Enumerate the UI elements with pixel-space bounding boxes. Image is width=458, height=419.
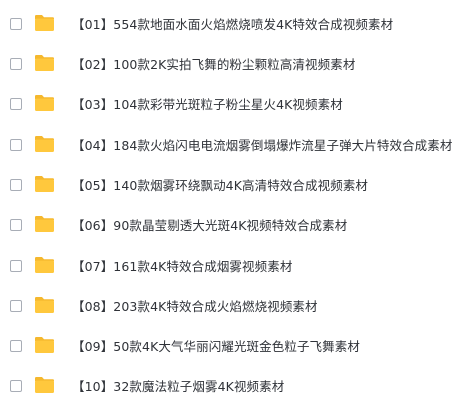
row-checkbox[interactable] (10, 340, 22, 352)
file-name: 【03】104款彩带光斑粒子粉尘星火4K视频素材 (72, 97, 343, 112)
folder-icon (35, 95, 54, 111)
row-checkbox[interactable] (10, 58, 22, 70)
file-name: 【10】32款魔法粒子烟雾4K视频素材 (72, 379, 285, 394)
list-item[interactable]: 【07】161款4K特效合成烟雾视频素材 (0, 252, 458, 282)
folder-icon (35, 216, 54, 232)
list-item[interactable]: 【04】184款火焰闪电电流烟雾倒塌爆炸流星子弹大片特效合成素材 (0, 131, 458, 161)
file-list: 【01】554款地面水面火焰燃烧喷发4K特效合成视频素材 【02】100款2K实… (0, 0, 458, 419)
list-item[interactable]: 【05】140款烟雾环绕飘动4K高清特效合成视频素材 (0, 171, 458, 201)
folder-icon (35, 337, 54, 353)
file-name: 【09】50款4K大气华丽闪耀光斑金色粒子飞舞素材 (72, 339, 360, 354)
file-name: 【02】100款2K实拍飞舞的粉尘颗粒高清视频素材 (72, 57, 356, 72)
file-name: 【04】184款火焰闪电电流烟雾倒塌爆炸流星子弹大片特效合成素材 (72, 138, 453, 153)
row-checkbox[interactable] (10, 179, 22, 191)
file-name: 【01】554款地面水面火焰燃烧喷发4K特效合成视频素材 (72, 17, 394, 32)
list-item[interactable]: 【10】32款魔法粒子烟雾4K视频素材 (0, 372, 458, 402)
file-name: 【07】161款4K特效合成烟雾视频素材 (72, 259, 293, 274)
file-name: 【05】140款烟雾环绕飘动4K高清特效合成视频素材 (72, 178, 369, 193)
file-name: 【08】203款4K特效合成火焰燃烧视频素材 (72, 299, 318, 314)
row-checkbox[interactable] (10, 260, 22, 272)
list-item[interactable]: 【02】100款2K实拍飞舞的粉尘颗粒高清视频素材 (0, 50, 458, 80)
folder-icon (35, 55, 54, 71)
row-checkbox[interactable] (10, 98, 22, 110)
row-checkbox[interactable] (10, 219, 22, 231)
folder-icon (35, 257, 54, 273)
row-checkbox[interactable] (10, 18, 22, 30)
folder-icon (35, 176, 54, 192)
row-checkbox[interactable] (10, 380, 22, 392)
row-checkbox[interactable] (10, 300, 22, 312)
list-item[interactable]: 【09】50款4K大气华丽闪耀光斑金色粒子飞舞素材 (0, 332, 458, 362)
folder-icon (35, 377, 54, 393)
folder-icon (35, 136, 54, 152)
list-item[interactable]: 【03】104款彩带光斑粒子粉尘星火4K视频素材 (0, 90, 458, 120)
row-checkbox[interactable] (10, 139, 22, 151)
list-item[interactable]: 【06】90款晶莹剔透大光斑4K视频特效合成素材 (0, 211, 458, 241)
folder-icon (35, 15, 54, 31)
folder-icon (35, 297, 54, 313)
list-item[interactable]: 【01】554款地面水面火焰燃烧喷发4K特效合成视频素材 (0, 10, 458, 40)
list-item[interactable]: 【08】203款4K特效合成火焰燃烧视频素材 (0, 292, 458, 322)
file-name: 【06】90款晶莹剔透大光斑4K视频特效合成素材 (72, 218, 348, 233)
